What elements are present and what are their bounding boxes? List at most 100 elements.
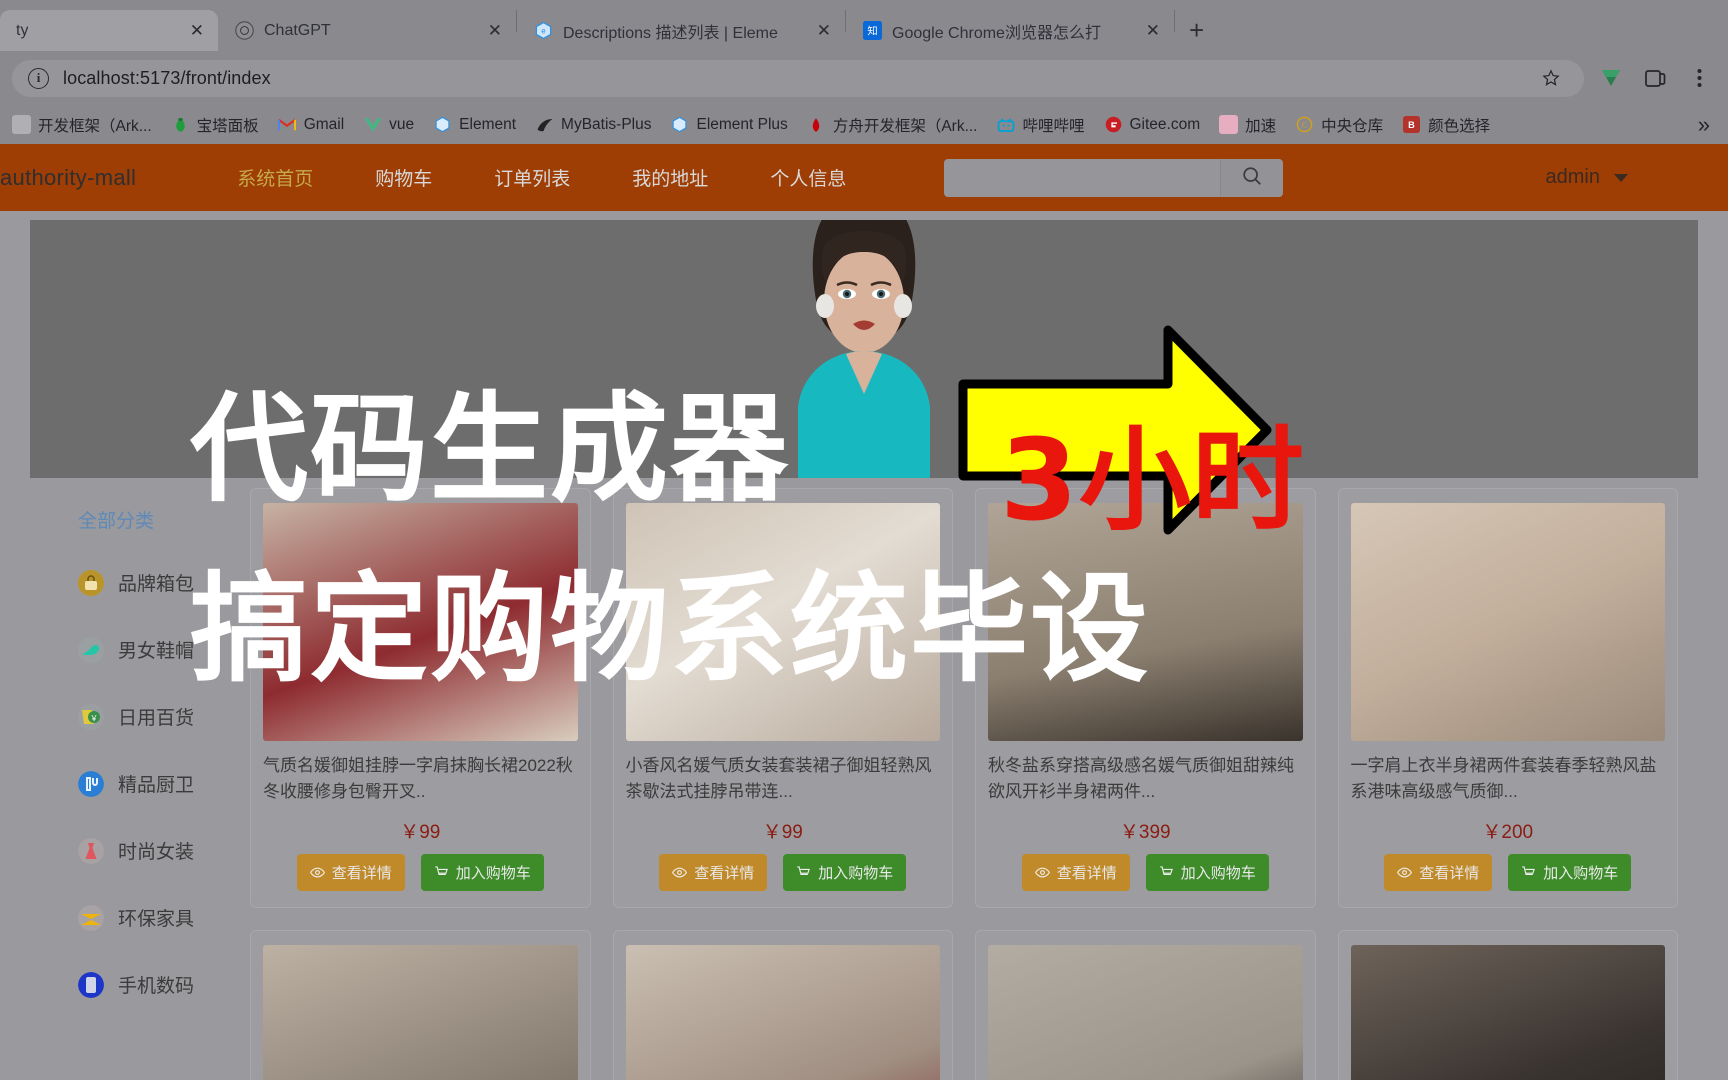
bookmark-label: 颜色选择 — [1428, 117, 1491, 135]
new-tab-button[interactable]: + — [1175, 17, 1218, 43]
currency-symbol: ￥ — [762, 822, 782, 843]
product-title: 气质名媛御姐挂脖一字肩抹胸长裙2022秋冬收腰修身包臀开叉.. — [263, 756, 573, 801]
bookmark-item[interactable]: C 中央仓库 — [1287, 110, 1391, 140]
bookmarks-overflow-button[interactable]: » — [1690, 113, 1718, 136]
product-image — [988, 945, 1303, 1080]
product-actions: 查看详情 加入购物车 — [1021, 854, 1269, 891]
bookmark-item[interactable]: vue — [355, 111, 422, 138]
close-icon[interactable]: ✕ — [190, 22, 204, 39]
bookmark-label: 宝塔面板 — [196, 117, 259, 135]
close-icon[interactable]: ✕ — [488, 22, 502, 39]
bookmark-item[interactable]: 宝塔面板 — [163, 110, 267, 140]
browser-menu-icon[interactable] — [1682, 61, 1716, 95]
view-detail-button[interactable]: 查看详情 — [659, 854, 768, 891]
bookmark-item[interactable]: 方舟开发框架（Ark... — [799, 110, 986, 140]
product-price: ￥200 — [1482, 817, 1533, 844]
bookmark-item[interactable]: 加速 — [1211, 110, 1284, 140]
bookmark-item[interactable]: MyBatis-Plus — [527, 111, 659, 138]
sidebar-item-furniture[interactable]: 环保家具 — [78, 904, 250, 931]
sidebar-item-shoes[interactable]: 男女鞋帽 — [78, 636, 250, 663]
currency-symbol: ￥ — [1119, 822, 1139, 843]
eye-icon — [672, 867, 688, 878]
site-info-icon[interactable]: i — [28, 67, 49, 89]
furniture-icon — [78, 904, 104, 931]
add-to-cart-button[interactable]: 加入购物车 — [783, 854, 907, 891]
product-card[interactable] — [1337, 930, 1678, 1080]
product-card[interactable]: 一字肩上衣半身裙两件套装春季轻熟风盐系港味高级感气质御... ￥200 查看详情… — [1337, 488, 1678, 908]
browser-tab-4[interactable]: 知 Google Chrome浏览器怎么打 ✕ — [846, 10, 1174, 51]
product-card[interactable] — [975, 930, 1316, 1080]
eye-icon — [1397, 867, 1413, 878]
browser-tab-2[interactable]: ChatGPT ✕ — [218, 10, 516, 51]
bookmark-label: 方舟开发框架（Ark... — [832, 117, 978, 135]
browser-tab-1[interactable]: ty ✕ — [0, 10, 218, 51]
add-to-cart-button[interactable]: 加入购物车 — [1145, 854, 1269, 891]
bookmark-label: 开发框架（Ark... — [38, 117, 152, 135]
bookmark-label: 哔哩哔哩 — [1022, 117, 1085, 135]
main-content: 全部分类 品牌箱包 男女鞋帽 ￥ 日用百货 精品厨卫 时尚女装 环保家具 手机数… — [0, 488, 1728, 1080]
daily-goods-icon: ￥ — [78, 703, 104, 730]
add-to-cart-button[interactable]: 加入购物车 — [420, 854, 544, 891]
web-page: authority-mall 系统首页 购物车 订单列表 我的地址 个人信息 a… — [0, 144, 1728, 1080]
bookmark-item[interactable]: Element Plus — [662, 111, 795, 138]
add-to-cart-button[interactable]: 加入购物车 — [1508, 854, 1632, 891]
bookmark-item[interactable]: Gmail — [270, 111, 352, 138]
nav-item-orders[interactable]: 订单列表 — [463, 164, 601, 191]
element-icon: e — [533, 21, 553, 41]
nav-item-profile[interactable]: 个人信息 — [739, 164, 877, 191]
site-brand[interactable]: authority-mall — [0, 165, 136, 191]
add-to-cart-label: 加入购物车 — [1180, 865, 1256, 882]
site-navbar: authority-mall 系统首页 购物车 订单列表 我的地址 个人信息 a… — [0, 144, 1728, 211]
view-detail-button[interactable]: 查看详情 — [1021, 854, 1130, 891]
nav-item-address[interactable]: 我的地址 — [601, 164, 739, 191]
address-bar[interactable]: i localhost:5173/front/index — [12, 59, 1584, 97]
close-icon[interactable]: ✕ — [1146, 22, 1160, 39]
tab-label: Descriptions 描述列表 | Eleme — [563, 24, 778, 42]
cart-icon — [1522, 866, 1536, 875]
close-icon[interactable]: ✕ — [817, 22, 831, 39]
sidebar-item-label: 精品厨卫 — [118, 775, 195, 796]
sidebar-item-label: 手机数码 — [118, 976, 195, 997]
tab-label: Google Chrome浏览器怎么打 — [892, 24, 1101, 42]
view-detail-button[interactable]: 查看详情 — [296, 854, 405, 891]
product-card[interactable]: 小香风名媛气质女装套装裙子御姐轻熟风茶歇法式挂脖吊带连... ￥99 查看详情 … — [612, 488, 953, 908]
hero-banner[interactable] — [30, 220, 1698, 478]
bookmark-label: Gmail — [303, 115, 345, 133]
bookmark-item[interactable]: 开发框架（Ark... — [4, 110, 160, 140]
product-card[interactable]: 秋冬盐系穿搭高级感名媛气质御姐甜辣纯欲风开衫半身裙两件... ￥399 查看详情… — [975, 488, 1316, 908]
bookmark-star-icon[interactable] — [1534, 61, 1568, 95]
bookmark-item[interactable]: B 颜色选择 — [1394, 110, 1498, 140]
nav-item-home[interactable]: 系统首页 — [206, 164, 344, 191]
nav-item-cart[interactable]: 购物车 — [344, 164, 463, 191]
sidebar-item-phone[interactable]: 手机数码 — [78, 971, 250, 998]
svg-text:C: C — [1302, 120, 1308, 130]
sidebar-item-kitchen[interactable]: 精品厨卫 — [78, 770, 250, 797]
product-card[interactable] — [612, 930, 953, 1080]
profile-icon[interactable] — [1594, 61, 1628, 95]
eye-icon — [309, 867, 325, 878]
product-card[interactable]: 气质名媛御姐挂脖一字肩抹胸长裙2022秋冬收腰修身包臀开叉.. ￥99 查看详情… — [250, 488, 591, 908]
huawei-icon — [807, 115, 826, 134]
color-picker-icon: B — [1402, 115, 1421, 134]
search-button[interactable] — [1220, 159, 1283, 197]
shoe-icon — [78, 636, 104, 663]
browser-tab-3[interactable]: e Descriptions 描述列表 | Eleme ✕ — [517, 10, 845, 51]
zhihu-icon: 知 — [862, 21, 882, 41]
bookmark-item[interactable]: 哔哩哔哩 — [988, 110, 1092, 140]
product-card[interactable] — [250, 930, 591, 1080]
sidebar-item-daily[interactable]: ￥ 日用百货 — [78, 703, 250, 730]
extensions-icon[interactable] — [1638, 61, 1672, 95]
cart-icon — [797, 866, 811, 875]
bookmark-item[interactable]: Gitee.com — [1096, 111, 1209, 138]
browser-window: ty ✕ ChatGPT ✕ e Descriptions 描述列表 | Ele… — [0, 0, 1728, 1080]
bookmark-favicon — [12, 115, 31, 134]
user-menu[interactable]: admin — [1546, 144, 1628, 211]
bookmark-item[interactable]: Element — [425, 111, 524, 138]
price-value: 99 — [419, 822, 441, 843]
sidebar-item-bags[interactable]: 品牌箱包 — [78, 569, 250, 596]
search-input[interactable] — [944, 159, 1220, 197]
view-detail-button[interactable]: 查看详情 — [1384, 854, 1493, 891]
site-search — [944, 159, 1283, 197]
site-nav-links: 系统首页 购物车 订单列表 我的地址 个人信息 — [206, 164, 877, 191]
sidebar-item-women[interactable]: 时尚女装 — [78, 837, 250, 864]
